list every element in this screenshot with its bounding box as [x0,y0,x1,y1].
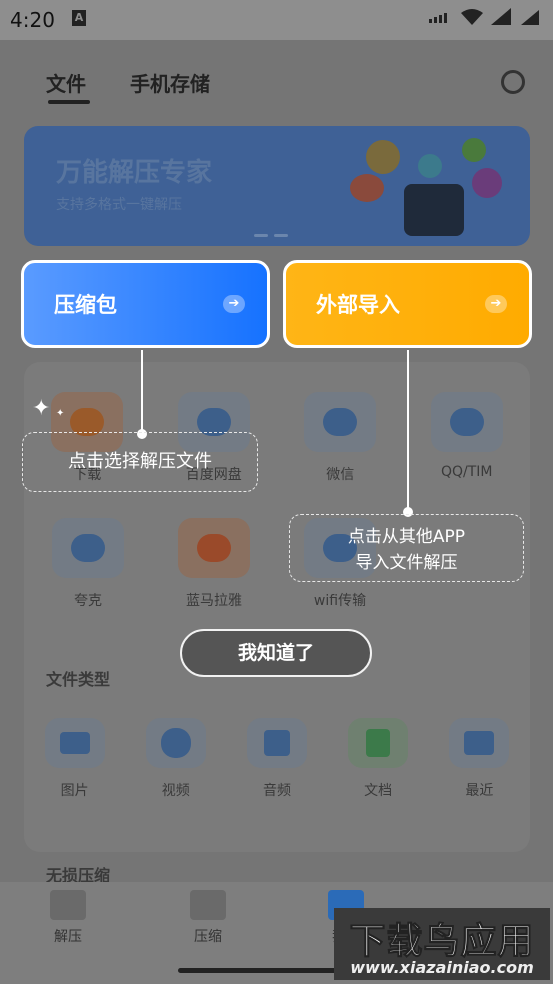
qq-icon [430,392,503,452]
tab-phone-storage[interactable]: 手机存储 [130,68,210,97]
banner-bubble-icon [418,154,442,178]
compress-archive-label: 压缩包 [54,293,117,317]
banner-bubble-icon [462,138,486,162]
banner-archive-icon [404,184,464,236]
document-icon [348,718,409,768]
watermark-logo: 下载鸟应用 www.xiazainiao.com [334,908,550,980]
banner-subtitle: 支持多格式一键解压 [56,197,182,213]
audio-icon [246,718,307,768]
banner-bubble-icon [472,168,502,198]
battery-icon [521,10,539,25]
status-bar: 4:20 A [0,0,553,40]
sparkle-icon: ✦ [32,396,51,421]
active-tab-indicator [48,100,90,104]
video-icon [145,718,206,768]
arrow-right-icon: ➔ [485,295,507,313]
tip-import-line2: 导入文件解压 [355,553,458,573]
external-import-button[interactable]: 外部导入 ➔ [283,260,532,348]
file-type-document[interactable]: 文档 [328,718,428,800]
wechat-icon [304,392,377,452]
wifi-status-icon [461,9,483,25]
tip-import-line1: 点击从其他APP [347,527,466,547]
got-it-button[interactable]: 我知道了 [180,629,372,677]
banner-bubble-icon [350,174,384,202]
extract-icon [50,890,86,920]
tip-import-from-app: 点击从其他APP 导入文件解压 [289,514,524,582]
file-type-video[interactable]: 视频 [126,718,226,800]
image-icon [44,718,105,768]
promo-banner[interactable]: 万能解压专家 支持多格式一键解压 [24,126,530,246]
tab-files[interactable]: 文件 [46,68,86,97]
file-types-title: 文件类型 [46,670,111,689]
background-app: 文件 手机存储 万能解压专家 支持多格式一键解压 下载 百度网盘 微信 QQ/T… [0,40,553,984]
source-ximalaya[interactable]: 蓝马拉雅 [164,518,264,610]
signal-dots-icon [429,13,447,23]
banner-bubble-icon [366,140,400,174]
file-type-image[interactable]: 图片 [25,718,125,800]
nav-compress[interactable]: 压缩 [190,890,226,946]
status-time: 4:20 [10,8,55,32]
file-type-row: 图片 视频 音频 文档 最近 [24,718,530,800]
file-type-audio[interactable]: 音频 [227,718,327,800]
file-type-recent[interactable]: 最近 [429,718,529,800]
tip-select-file: 点击选择解压文件 [22,432,258,492]
source-wechat[interactable]: 微信 [290,392,390,484]
guide-connector-left [141,350,143,434]
status-indicators [429,8,541,26]
source-quark[interactable]: 夸克 [38,518,138,610]
source-qq[interactable]: QQ/TIM [417,392,517,484]
arrow-right-icon: ➔ [223,295,245,313]
quark-icon [52,518,124,578]
compress-archive-button[interactable]: 压缩包 ➔ [21,260,270,348]
cell-signal-icon [491,8,511,25]
ximalaya-icon [178,518,250,578]
banner-pager [254,234,288,237]
search-icon[interactable] [501,70,525,94]
external-import-label: 外部导入 [316,293,400,317]
guide-connector-right [407,350,409,512]
banner-title: 万能解压专家 [56,158,213,188]
compress-icon [190,890,226,920]
recent-icon [449,718,510,768]
sparkle-icon: ✦ [56,408,65,419]
watermark-brand: 下载鸟应用 [349,921,535,963]
top-tabs: 文件 手机存储 [46,68,210,97]
nav-extract[interactable]: 解压 [50,890,86,946]
notification-icon: A [72,10,86,26]
watermark-url: www.xiazainiao.com [350,958,534,977]
